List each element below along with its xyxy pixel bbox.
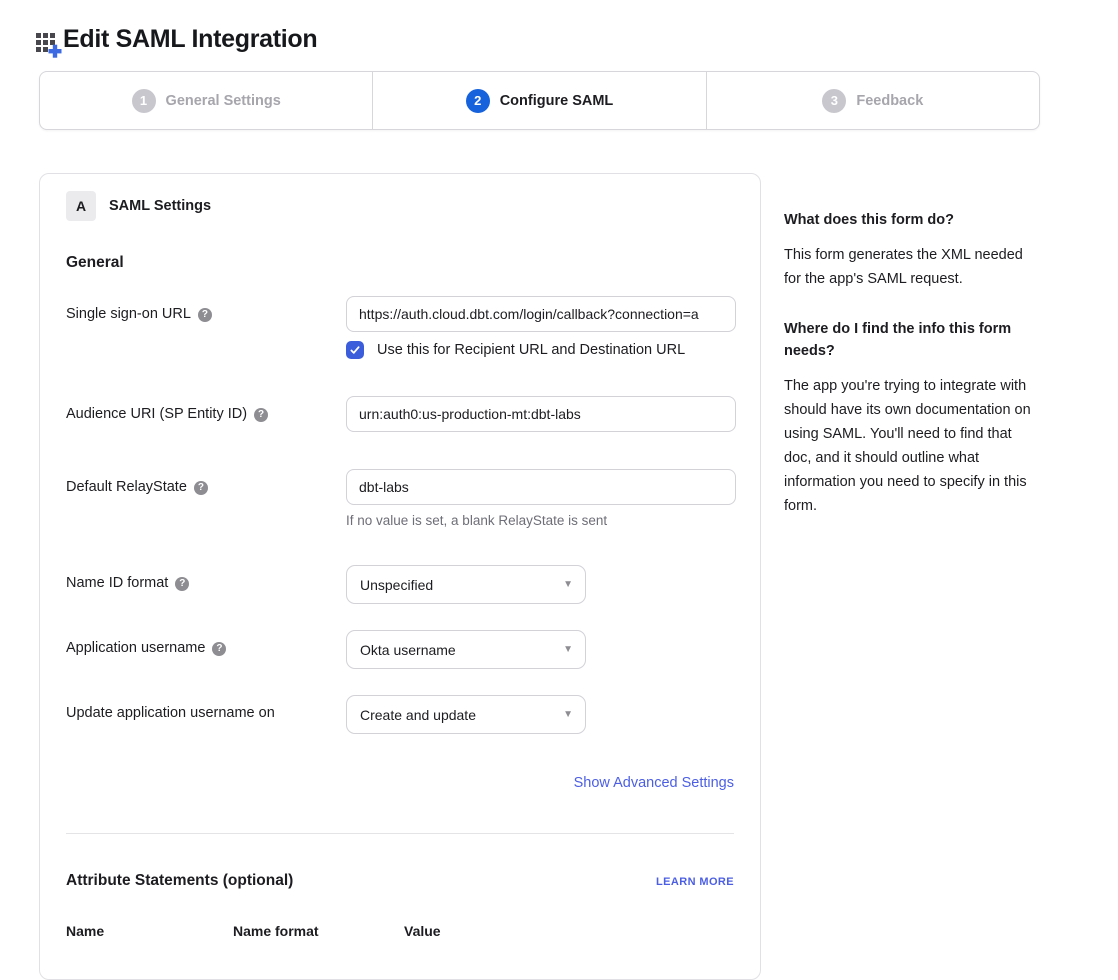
audience-uri-label: Audience URI (SP Entity ID) — [66, 406, 247, 422]
step-label: Configure SAML — [500, 93, 614, 109]
relay-state-label: Default RelayState — [66, 479, 187, 495]
name-id-format-label: Name ID format — [66, 575, 168, 591]
update-app-username-label: Update application username on — [66, 705, 275, 721]
update-app-username-row: Update application username on Create an… — [66, 695, 734, 734]
checkmark-icon — [349, 344, 361, 356]
step-label: Feedback — [856, 93, 923, 109]
attr-col-value: Value — [404, 923, 734, 939]
learn-more-link[interactable]: LEARN MORE — [656, 876, 734, 888]
step-configure-saml[interactable]: 2 Configure SAML — [372, 72, 705, 129]
section-title: SAML Settings — [109, 198, 211, 214]
help-heading-where: Where do I find the info this form needs… — [784, 318, 1042, 362]
update-app-username-value: Create and update — [360, 707, 476, 723]
recipient-url-checkbox[interactable] — [346, 341, 364, 359]
app-grid-plus-icon — [36, 28, 62, 58]
help-body-what: This form generates the XML needed for t… — [784, 243, 1042, 291]
name-id-format-label-col: Name ID format? — [66, 565, 346, 592]
sso-url-input[interactable] — [346, 296, 736, 332]
sso-url-help-icon[interactable]: ? — [198, 308, 212, 322]
step-number-badge: 3 — [822, 89, 846, 113]
help-panel: What does this form do? This form genera… — [784, 173, 1042, 545]
audience-uri-label-col: Audience URI (SP Entity ID)? — [66, 396, 346, 423]
chevron-down-icon: ▼ — [563, 579, 573, 590]
app-username-label-col: Application username? — [66, 630, 346, 657]
page-header: Edit SAML Integration — [36, 22, 1118, 58]
step-label: General Settings — [166, 93, 281, 109]
app-username-row: Application username? Okta username ▼ — [66, 630, 734, 669]
step-number-badge: 1 — [132, 89, 156, 113]
audience-uri-input[interactable] — [346, 396, 736, 432]
step-number-badge: 2 — [466, 89, 490, 113]
relay-state-help-icon[interactable]: ? — [194, 481, 208, 495]
saml-settings-section-header: A SAML Settings — [66, 191, 734, 221]
audience-uri-help-icon[interactable]: ? — [254, 408, 268, 422]
relay-state-label-col: Default RelayState? — [66, 469, 346, 496]
sso-checkbox-row: Use this for Recipient URL and Destinati… — [346, 341, 736, 359]
saml-settings-card: A SAML Settings General Single sign-on U… — [39, 173, 761, 980]
wizard-stepper: 1 General Settings 2 Configure SAML 3 Fe… — [39, 71, 1040, 130]
sso-url-row: Single sign-on URL? Use this for Recipie… — [66, 296, 734, 359]
section-divider — [66, 833, 734, 834]
audience-uri-row: Audience URI (SP Entity ID)? — [66, 396, 734, 432]
general-heading: General — [66, 254, 734, 272]
sso-url-label: Single sign-on URL — [66, 306, 191, 322]
help-body-where: The app you're trying to integrate with … — [784, 374, 1042, 518]
attribute-table-header: Name Name format Value — [66, 923, 734, 939]
app-username-value: Okta username — [360, 642, 456, 658]
relay-state-input[interactable] — [346, 469, 736, 505]
chevron-down-icon: ▼ — [563, 709, 573, 720]
step-feedback[interactable]: 3 Feedback — [706, 72, 1039, 129]
app-username-help-icon[interactable]: ? — [212, 642, 226, 656]
attr-col-name-format: Name format — [233, 923, 404, 939]
show-advanced-settings-link[interactable]: Show Advanced Settings — [574, 775, 734, 791]
relay-state-helper-text: If no value is set, a blank RelayState i… — [346, 513, 736, 528]
recipient-url-checkbox-label: Use this for Recipient URL and Destinati… — [377, 342, 685, 358]
app-username-select[interactable]: Okta username ▼ — [346, 630, 586, 669]
edit-saml-integration-page: Edit SAML Integration 1 General Settings… — [0, 0, 1118, 980]
name-id-format-select[interactable]: Unspecified ▼ — [346, 565, 586, 604]
relay-state-row: Default RelayState? If no value is set, … — [66, 469, 734, 528]
update-app-username-select[interactable]: Create and update ▼ — [346, 695, 586, 734]
section-a-badge: A — [66, 191, 96, 221]
chevron-down-icon: ▼ — [563, 644, 573, 655]
app-username-label: Application username — [66, 640, 205, 656]
attribute-statements-title: Attribute Statements (optional) — [66, 872, 293, 890]
sso-url-label-col: Single sign-on URL? — [66, 296, 346, 323]
step-general-settings[interactable]: 1 General Settings — [40, 72, 372, 129]
name-id-format-value: Unspecified — [360, 577, 433, 593]
name-id-format-row: Name ID format? Unspecified ▼ — [66, 565, 734, 604]
attr-col-name: Name — [66, 923, 233, 939]
update-app-username-label-col: Update application username on — [66, 695, 346, 722]
name-id-format-help-icon[interactable]: ? — [175, 577, 189, 591]
page-title: Edit SAML Integration — [63, 22, 317, 56]
help-heading-what: What does this form do? — [784, 209, 1042, 231]
